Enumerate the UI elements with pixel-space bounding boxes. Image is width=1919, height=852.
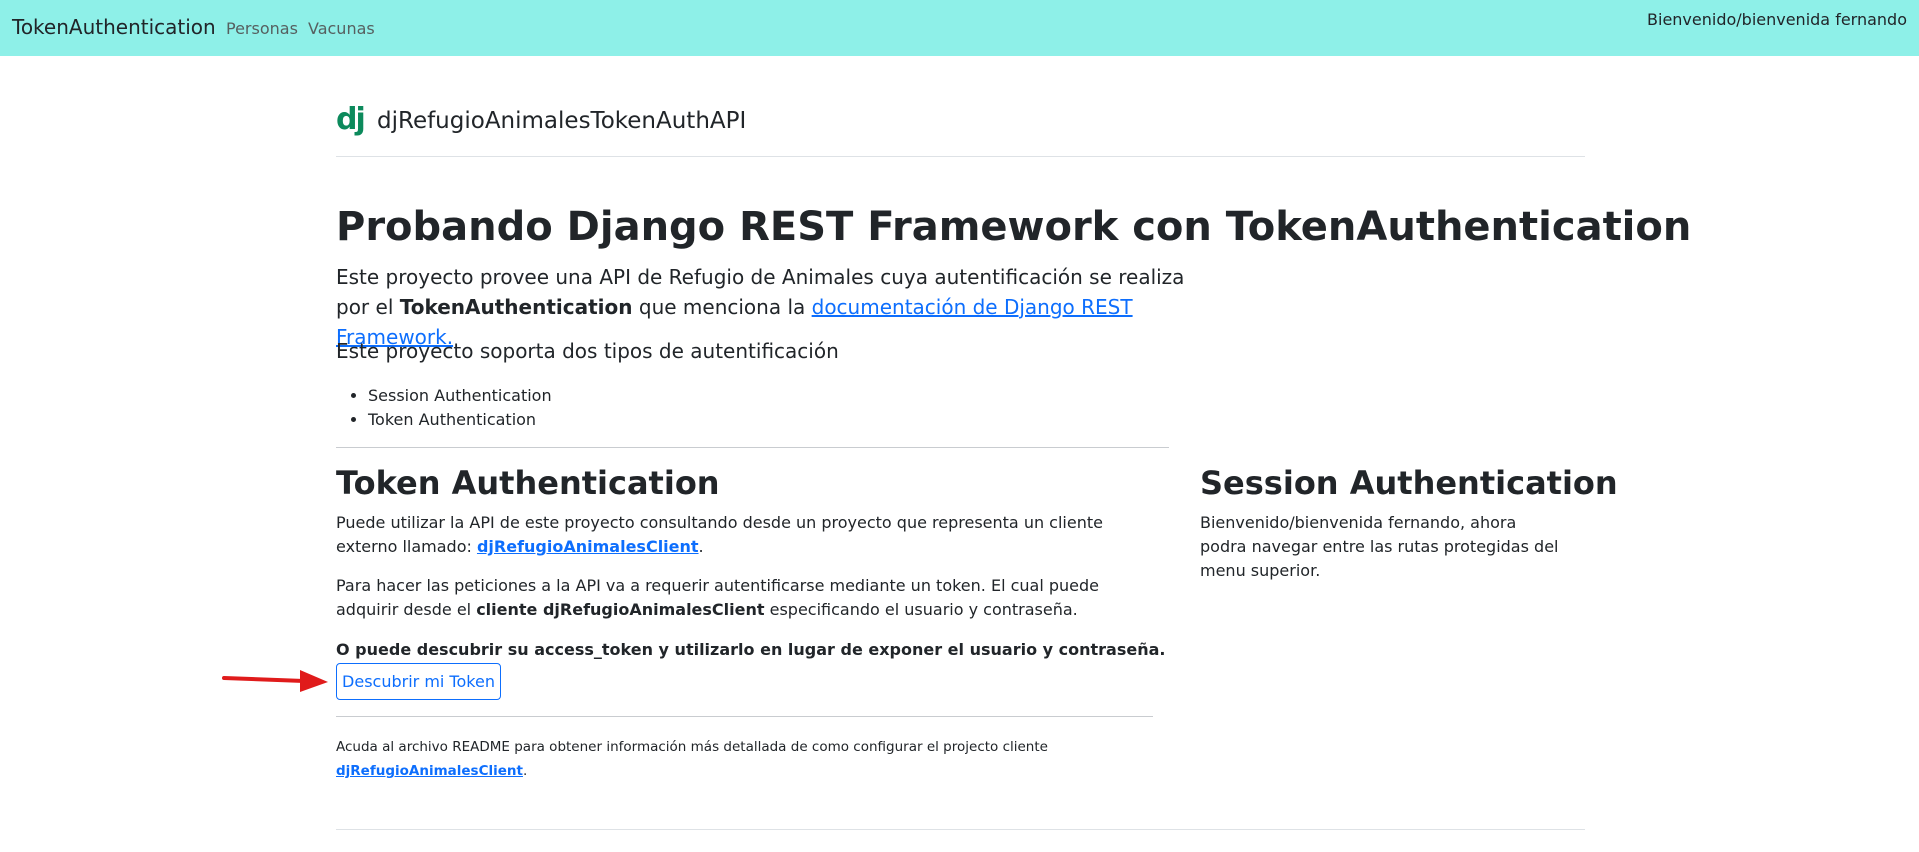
token-divider [336, 716, 1153, 717]
token-auth-paragraph-3: O puede descubrir su access_token y util… [336, 638, 1166, 662]
p2-bold: cliente djRefugioAnimalesClient [476, 600, 765, 619]
nav-link-personas[interactable]: Personas [226, 19, 298, 38]
lead-bold: TokenAuthentication [399, 295, 633, 319]
discover-token-button[interactable]: Descubrir mi Token [336, 663, 501, 700]
section-divider [336, 447, 1169, 448]
readme-text: Acuda al archivo README para obtener inf… [336, 739, 1048, 755]
user-greeting: Bienvenido/bienvenida fernando [1647, 10, 1907, 29]
p3-bold: O puede descubrir su access_token y util… [336, 640, 1166, 659]
token-auth-paragraph-2: Para hacer las peticiones a la API va a … [336, 574, 1166, 622]
token-auth-title: Token Authentication [336, 464, 720, 502]
token-auth-paragraph-1: Puede utilizar la API de este proyecto c… [336, 511, 1136, 559]
readme-note: Acuda al archivo README para obtener inf… [336, 735, 1136, 783]
site-title[interactable]: djRefugioAnimalesTokenAuthAPI [377, 108, 746, 134]
red-arrow-icon [222, 670, 328, 692]
readme-client-link[interactable]: djRefugioAnimalesClient [336, 763, 523, 779]
client-link[interactable]: djRefugioAnimalesClient [477, 537, 699, 556]
django-logo-icon[interactable]: dj [336, 102, 366, 137]
readme-end: . [522, 763, 528, 779]
navbar-brand[interactable]: TokenAuthentication [12, 15, 216, 39]
list-item: Session Authentication [368, 384, 552, 408]
top-navbar: TokenAuthentication Personas Vacunas Bie… [0, 0, 1919, 56]
nav-link-vacunas[interactable]: Vacunas [308, 19, 375, 38]
page-title: Probando Django REST Framework con Token… [336, 204, 1692, 250]
session-auth-text: Bienvenido/bienvenida fernando, ahora po… [1200, 513, 1559, 580]
p1-text: Puede utilizar la API de este proyecto c… [336, 513, 1103, 556]
p1-end: . [698, 537, 704, 556]
session-auth-title: Session Authentication [1200, 464, 1618, 502]
list-item: Token Authentication [368, 408, 552, 432]
p2-end: especificando el usuario y contraseña. [764, 600, 1078, 619]
lead-text-2: que menciona la [632, 295, 812, 319]
header-divider [336, 156, 1585, 157]
footer-divider [336, 829, 1585, 830]
auth-types-list: Session Authentication Token Authenticat… [368, 384, 552, 432]
support-text: Este proyecto soporta dos tipos de auten… [336, 339, 839, 363]
